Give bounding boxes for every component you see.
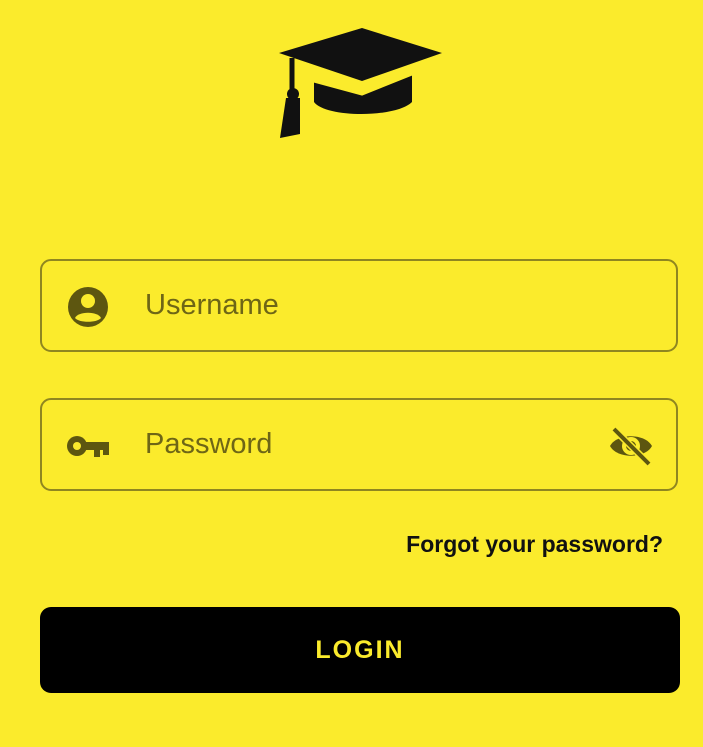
graduation-cap-icon — [279, 28, 442, 138]
forgot-password-link[interactable]: Forgot your password? — [406, 531, 663, 558]
username-field[interactable] — [40, 259, 678, 352]
key-icon — [67, 436, 109, 457]
account-circle-icon — [68, 287, 108, 327]
login-button[interactable]: LOGIN — [40, 607, 680, 693]
password-field[interactable] — [40, 398, 678, 491]
password-input[interactable] — [145, 400, 585, 489]
eye-off-icon[interactable] — [608, 426, 654, 466]
username-input[interactable] — [145, 261, 585, 350]
